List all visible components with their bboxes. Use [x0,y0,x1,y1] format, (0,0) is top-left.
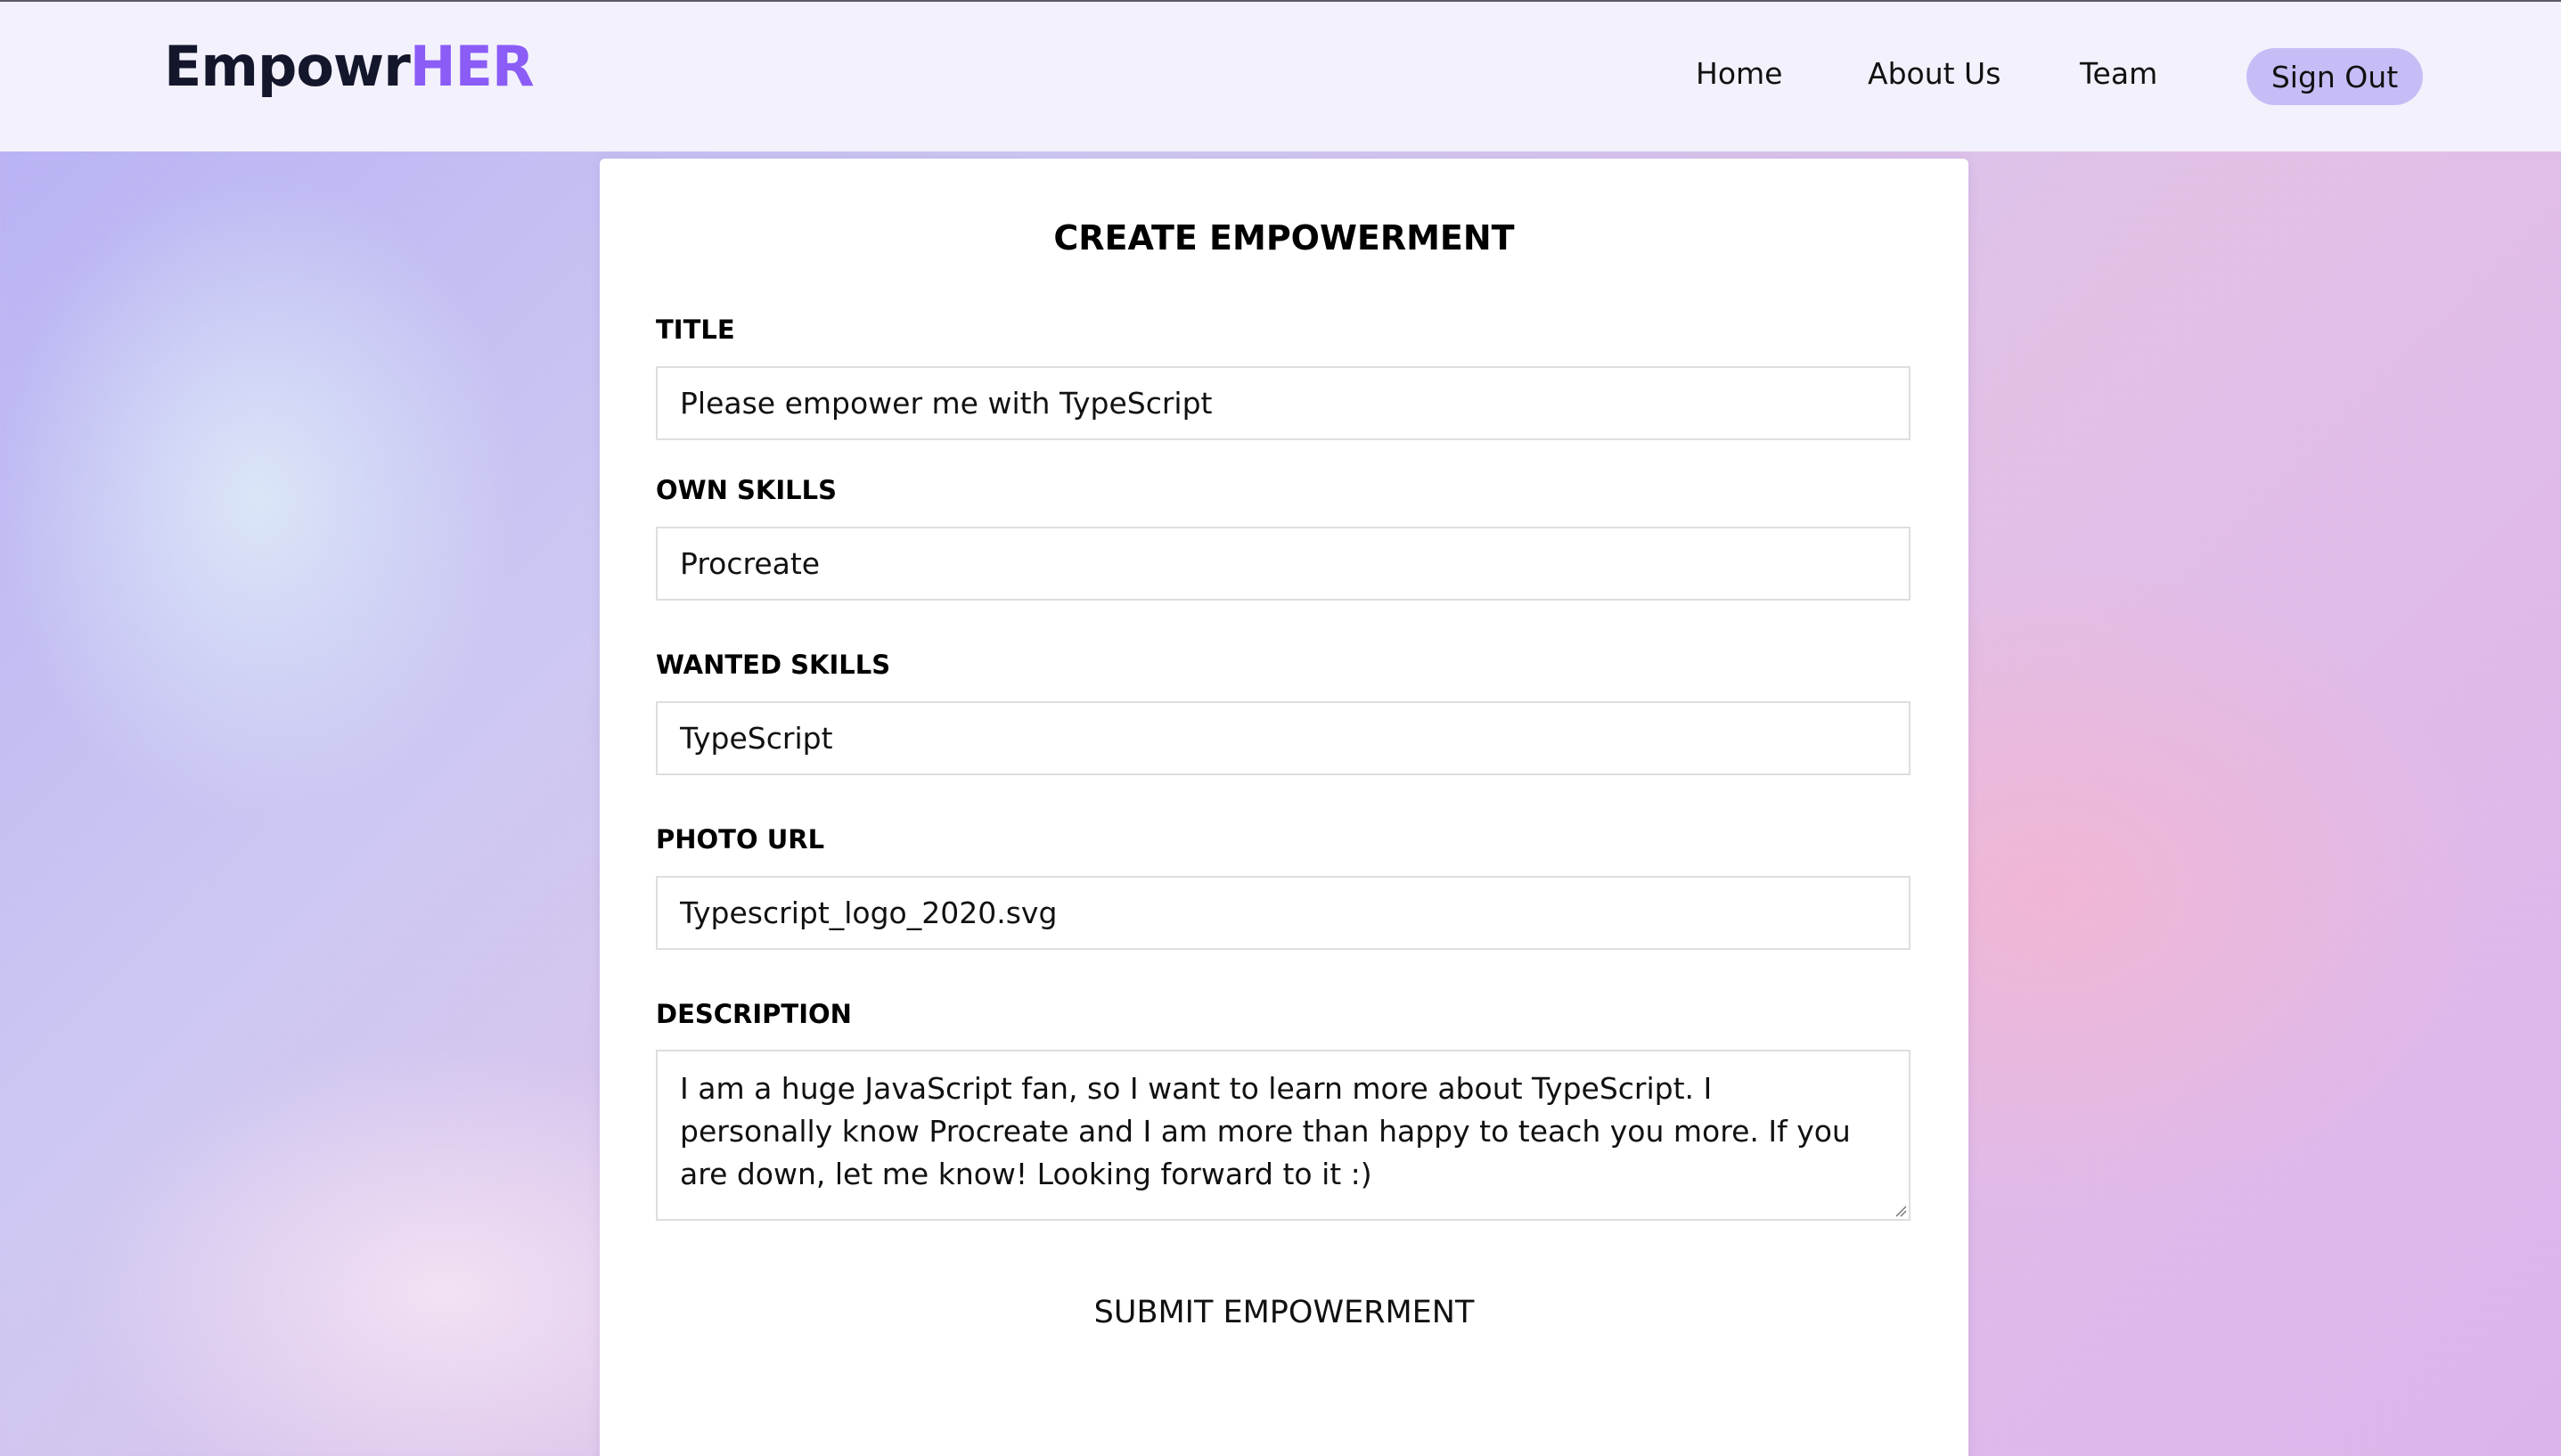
description-textarea[interactable]: I am a huge JavaScript fan, so I want to… [656,1050,1911,1221]
resize-grip-icon[interactable] [1894,1205,1907,1217]
own-skills-label: OWN SKILLS [656,475,837,505]
logo[interactable]: EmpowrHER [164,39,535,94]
submit-empowerment-button[interactable]: SUBMIT EMPOWERMENT [600,1297,1968,1329]
wanted-skills-input[interactable] [656,701,1911,775]
navbar: EmpowrHER Home About Us Team Sign Out [0,2,2561,151]
photo-url-input[interactable] [656,876,1911,950]
title-input[interactable] [656,366,1911,440]
description-label: DESCRIPTION [656,999,852,1029]
sign-out-label: Sign Out [2271,59,2399,94]
nav-link-home[interactable]: Home [1696,59,1782,88]
create-empowerment-card: CREATE EMPOWERMENT TITLE OWN SKILLS WANT… [600,159,1968,1456]
wanted-skills-label: WANTED SKILLS [656,650,891,680]
own-skills-input[interactable] [656,527,1911,601]
nav-link-about-us[interactable]: About Us [1868,59,2001,88]
title-label: TITLE [656,315,735,345]
logo-accent-text: HER [409,34,535,99]
form-title: CREATE EMPOWERMENT [1053,218,1515,258]
sign-out-button[interactable]: Sign Out [2246,48,2423,105]
photo-url-label: PHOTO URL [656,824,825,855]
nav-link-team[interactable]: Team [2080,59,2157,88]
logo-main-text: Empowr [164,34,411,99]
